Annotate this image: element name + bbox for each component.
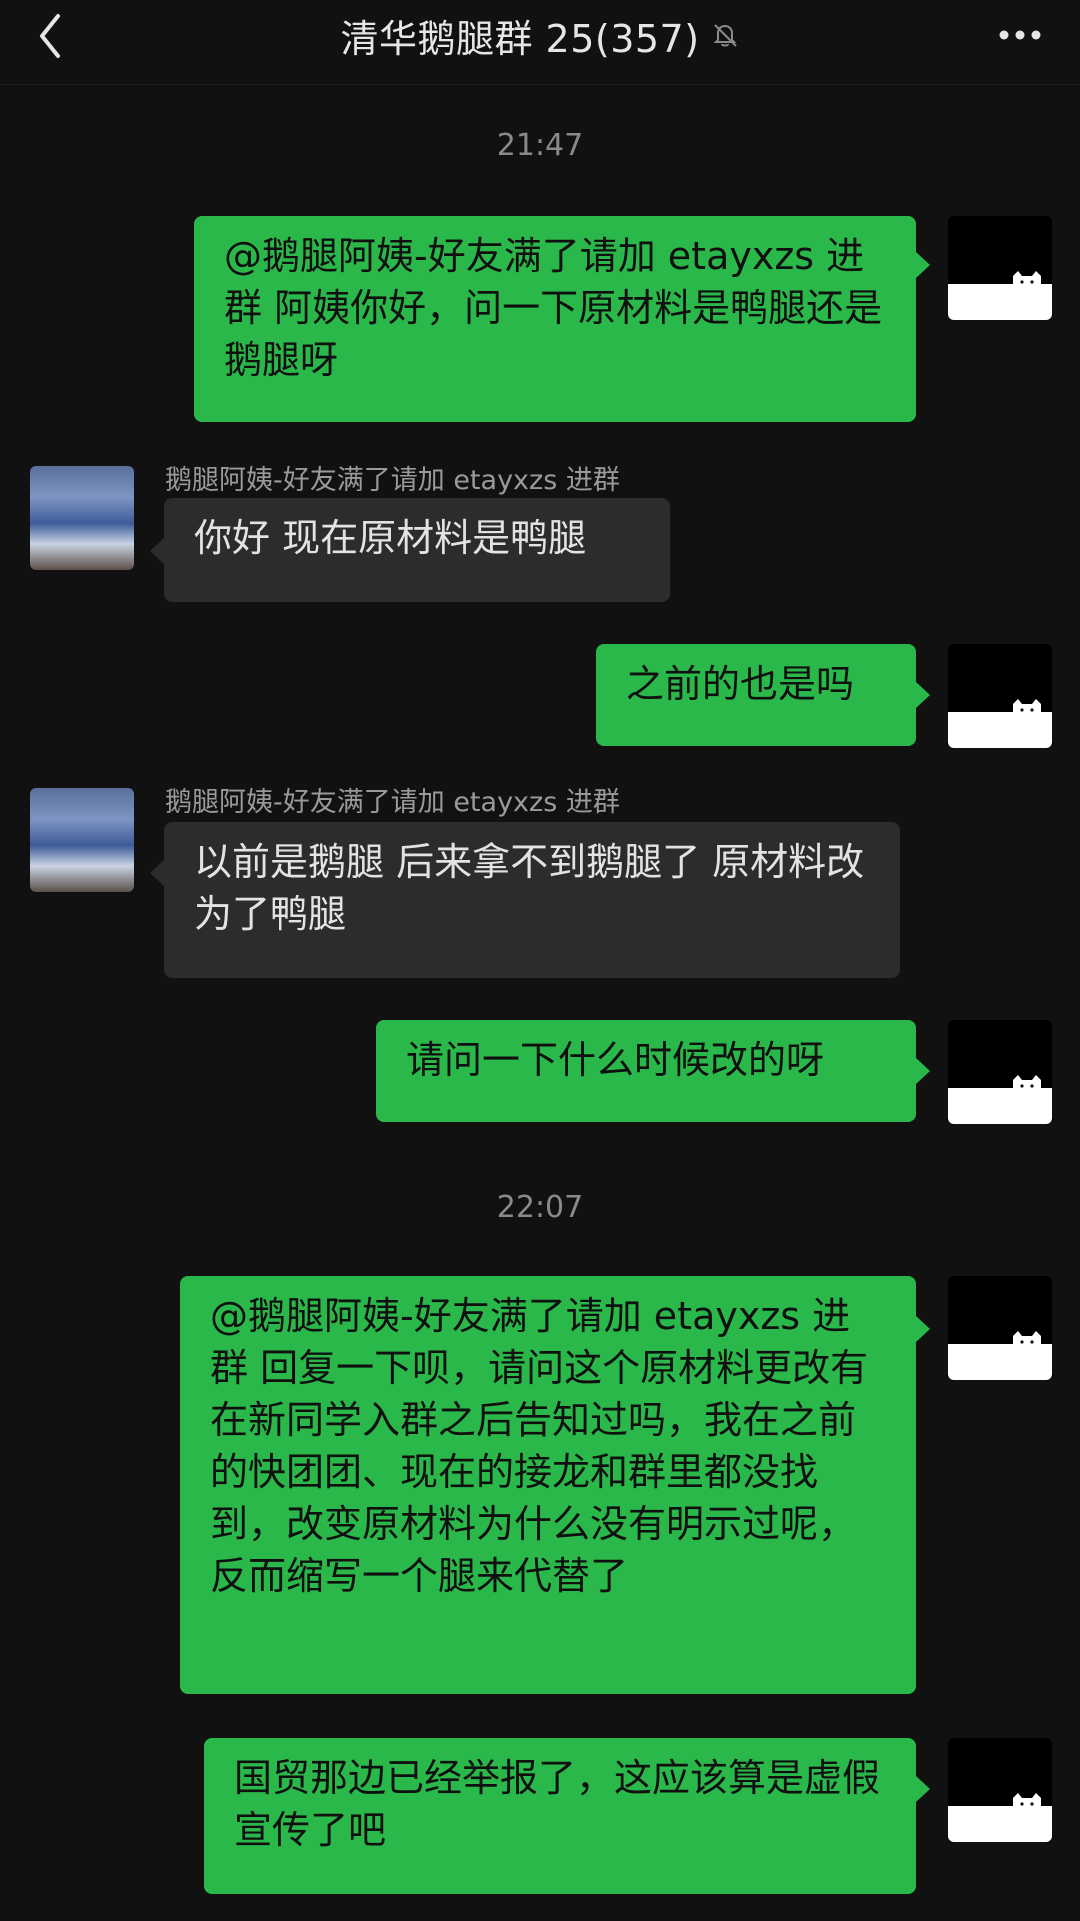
- avatar-self[interactable]: [948, 644, 1052, 748]
- cat-icon: [1013, 699, 1041, 718]
- message-bubble-self[interactable]: @鹅腿阿姨-好友满了请加 etayxzs 进群 阿姨你好，问一下原材料是鸭腿还是…: [194, 216, 916, 422]
- bubble-tail: [916, 1776, 930, 1802]
- bubble-tail: [916, 1316, 930, 1342]
- avatar-other[interactable]: [30, 788, 134, 892]
- sender-name: 鹅腿阿姨-好友满了请加 etayxzs 进群: [165, 465, 620, 496]
- message-bubble-self[interactable]: 请问一下什么时候改的呀: [376, 1020, 916, 1122]
- chevron-left-icon: [40, 14, 60, 58]
- cat-icon: [1013, 1331, 1041, 1350]
- more-options-button[interactable]: [990, 10, 1050, 60]
- more-dots-icon: [999, 30, 1041, 40]
- bubble-tail: [150, 860, 164, 886]
- cat-icon: [1013, 1075, 1041, 1094]
- message-bubble-self[interactable]: @鹅腿阿姨-好友满了请加 etayxzs 进群 回复一下呗，请问这个原材料更改有…: [180, 1276, 916, 1694]
- avatar-self[interactable]: [948, 1276, 1052, 1380]
- chat-title: 清华鹅腿群 25(357): [340, 16, 700, 61]
- message-bubble-self[interactable]: 国贸那边已经举报了，这应该算是虚假宣传了吧: [204, 1738, 916, 1894]
- cat-icon: [1013, 1793, 1041, 1812]
- message-bubble-self[interactable]: 之前的也是吗: [596, 644, 916, 746]
- bubble-tail: [150, 538, 164, 564]
- message-bubble-other[interactable]: 你好 现在原材料是鸭腿: [164, 498, 670, 602]
- back-button[interactable]: [30, 6, 80, 66]
- timestamp: 22:07: [496, 1190, 584, 1225]
- cat-icon: [1013, 271, 1041, 290]
- chat-header: 清华鹅腿群 25(357): [0, 0, 1080, 85]
- avatar-self[interactable]: [948, 1738, 1052, 1842]
- avatar-self[interactable]: [948, 216, 1052, 320]
- bell-off-icon: [713, 24, 737, 47]
- bubble-tail: [916, 682, 930, 708]
- sender-name: 鹅腿阿姨-好友满了请加 etayxzs 进群: [165, 787, 620, 818]
- avatar-self[interactable]: [948, 1020, 1052, 1124]
- message-bubble-other[interactable]: 以前是鹅腿 后来拿不到鹅腿了 原材料改为了鸭腿: [164, 822, 900, 978]
- bubble-tail: [916, 1058, 930, 1084]
- timestamp: 21:47: [496, 128, 584, 163]
- avatar-other[interactable]: [30, 466, 134, 570]
- bubble-tail: [916, 252, 930, 278]
